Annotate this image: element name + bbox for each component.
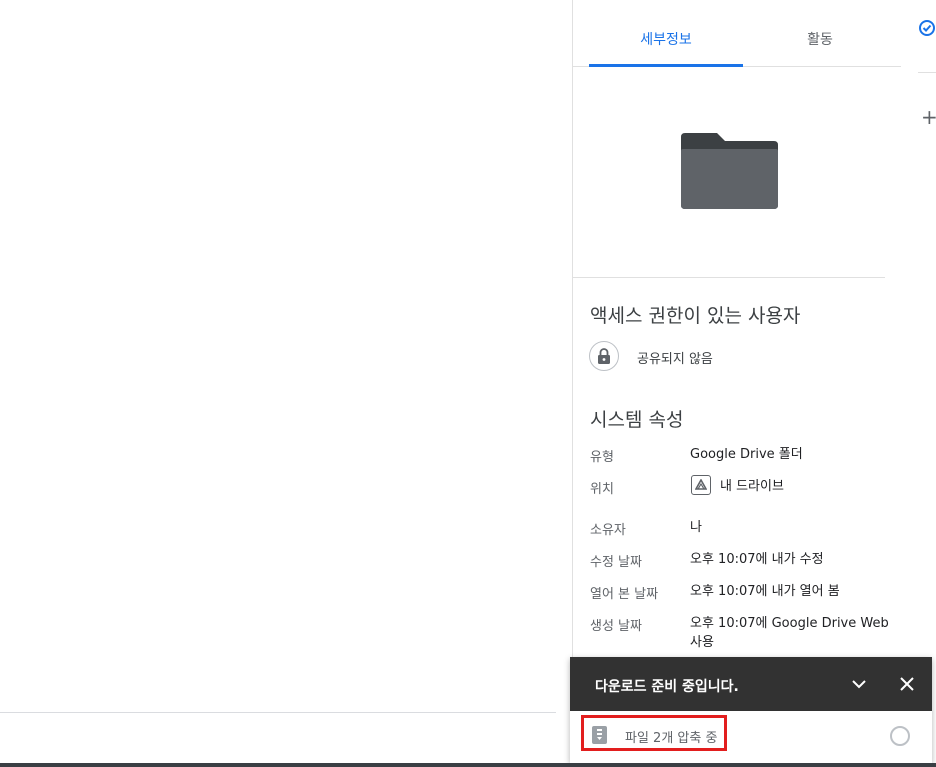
details-panel: 세부정보 활동 액세스 권한이 있는 사용자 공유되지 않음 시스템 속성 유형… [572,0,902,767]
opened-value: 오후 10:07에 내가 열어 봄 [690,584,840,599]
download-header: 다운로드 준비 중입니다. [570,657,932,711]
opened-label: 열어 본 날짜 [590,587,659,602]
download-item: 파일 2개 압축 중 [570,711,932,763]
download-file-status: 파일 2개 압축 중 [625,731,718,746]
drive-icon [691,475,711,495]
created-value: 오후 10:07에 Google Drive Web 사용 [690,616,889,650]
type-label: 유형 [590,450,614,465]
created-label: 생성 날짜 [590,619,642,634]
owner-value: 나 [690,520,702,535]
preview-divider [573,277,885,278]
bottom-bar [0,763,936,767]
owner-label: 소유자 [590,523,626,538]
tab-details[interactable]: 세부정보 [589,0,743,67]
details-tabs: 세부정보 활동 [573,0,901,67]
plus-icon[interactable]: + [921,107,936,127]
download-panel: 다운로드 준비 중입니다. 파일 2개 압축 중 [570,657,932,763]
lock-icon [589,341,619,371]
rail-divider [918,72,936,73]
tab-activity[interactable]: 활동 [743,0,897,66]
close-icon[interactable] [898,675,916,693]
chevron-down-icon[interactable] [850,675,868,693]
location-label: 위치 [590,482,614,497]
sharing-status: 공유되지 않음 [637,352,713,367]
zip-icon [592,726,607,744]
main-content-area [0,0,556,767]
progress-circle-icon [890,726,910,746]
check-icon[interactable] [919,20,935,36]
folder-icon [681,133,778,209]
download-title: 다운로드 준비 중입니다. [595,679,739,695]
access-section-title: 액세스 권한이 있는 사용자 [590,305,801,327]
modified-label: 수정 날짜 [590,555,642,570]
location-value[interactable]: 내 드라이브 [720,477,920,496]
modified-value: 오후 10:07에 내가 수정 [690,552,824,567]
main-divider [0,712,556,713]
type-value: Google Drive 폴더 [690,447,803,462]
system-section-title: 시스템 속성 [590,409,684,431]
right-side-rail: + [901,0,936,767]
